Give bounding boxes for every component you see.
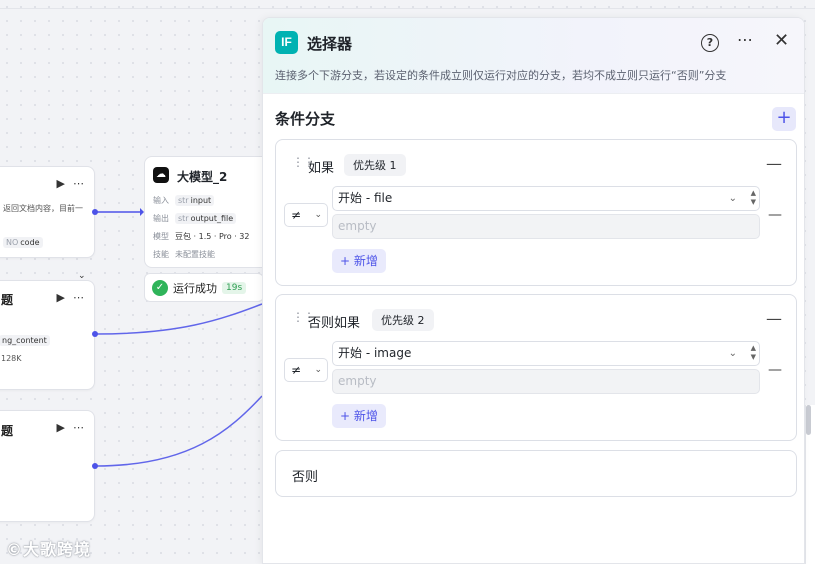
- llm-skill-row: 技能 未配置技能: [153, 250, 215, 259]
- llm-icon: ☁: [153, 167, 169, 183]
- check-icon: ✓: [152, 279, 168, 296]
- llm-input-row: 输入 str input: [153, 195, 215, 206]
- panel-title[interactable]: 选择器: [307, 33, 352, 54]
- remove-branch-button[interactable]: —: [766, 309, 782, 328]
- scrollbar-thumb[interactable]: [806, 405, 811, 435]
- section-title: 条件分支: [275, 110, 336, 128]
- priority-badge: 优先级 2: [372, 309, 434, 331]
- node-title: 题: [1, 293, 14, 307]
- more-icon[interactable]: ⋯: [73, 421, 84, 434]
- chevron-down-icon: ⌄: [728, 348, 737, 359]
- remove-condition-button[interactable]: —: [768, 362, 782, 378]
- priority-badge: 优先级 1: [344, 154, 406, 176]
- if-node-icon: IF: [275, 31, 298, 54]
- edge-bottom: [95, 395, 263, 467]
- run-status-badge[interactable]: ✓ 运行成功 19s: [144, 273, 264, 302]
- panel-header: IF 选择器 ? ⋯ ✕ 连接多个下游分支，若设定的条件成立则仅运行对应的分支，…: [263, 18, 804, 94]
- more-icon[interactable]: ⋯: [737, 30, 754, 49]
- chevron-down-icon: ⌄: [728, 193, 737, 204]
- play-icon[interactable]: ▶: [57, 177, 65, 190]
- operator-select[interactable]: ≠ ⌄: [284, 203, 328, 227]
- edge-mid: [95, 303, 263, 335]
- drag-handle-icon[interactable]: ⋮⋮: [292, 311, 315, 323]
- node-actions: ▶ ⋯: [57, 291, 84, 304]
- workflow-node-mid[interactable]: 题 ▶ ⋯ ng_content 128K: [0, 280, 95, 390]
- node-size: 128K: [1, 354, 22, 363]
- watermark: ©大歌跨境: [6, 540, 92, 559]
- more-icon[interactable]: ⋯: [73, 291, 84, 304]
- llm-model-row: 模型 豆包 · 1.5 · Pro · 32: [153, 232, 250, 241]
- value-input[interactable]: empty: [332, 214, 760, 239]
- chevron-down-icon: ⌄: [314, 210, 322, 220]
- panel-description: 连接多个下游分支，若设定的条件成立则仅运行对应的分支，若均不成立则只运行“否则”…: [275, 69, 727, 82]
- node-title: 题: [1, 424, 14, 438]
- workflow-node-top[interactable]: ▶ ⋯ 返回文档内容，目前一 NO code: [0, 166, 95, 258]
- close-icon[interactable]: ✕: [774, 30, 789, 51]
- add-branch-button[interactable]: +: [772, 107, 796, 131]
- drag-handle-icon[interactable]: ⋮⋮: [292, 156, 315, 168]
- add-condition-button[interactable]: + 新增: [332, 249, 386, 273]
- node-snippet: 返回文档内容，目前一: [3, 204, 83, 213]
- play-icon[interactable]: ▶: [57, 291, 65, 304]
- output-port[interactable]: [92, 209, 98, 215]
- variable-select[interactable]: 开始 - file ⌄ ▲ ▼: [332, 186, 760, 211]
- branch-card-else-if: ⋮⋮ 否则如果 优先级 2 — ≠ ⌄ 开始 - image ⌄ ▲ ▼ empty…: [275, 294, 797, 441]
- branch-card-else: 否则: [275, 450, 797, 497]
- remove-branch-button[interactable]: —: [766, 154, 782, 173]
- output-port[interactable]: [92, 463, 98, 469]
- chevron-down-icon: ⌄: [314, 365, 322, 375]
- node-actions: ▶ ⋯: [57, 421, 84, 434]
- llm-output-row: 输出 str output_file: [153, 213, 237, 224]
- output-port[interactable]: [92, 331, 98, 337]
- branch-label: 如果: [308, 161, 335, 176]
- selector-panel: IF 选择器 ? ⋯ ✕ 连接多个下游分支，若设定的条件成立则仅运行对应的分支，…: [262, 17, 805, 564]
- else-label: 否则: [292, 470, 319, 485]
- operator-select[interactable]: ≠ ⌄: [284, 358, 328, 382]
- skill-value: 未配置技能: [175, 250, 215, 259]
- node-output-tag: NO code: [3, 237, 43, 248]
- llm-node-title: 大模型_2: [177, 170, 228, 184]
- node-actions: ▶ ⋯: [57, 177, 84, 190]
- model-value: 豆包 · 1.5 · Pro · 32: [175, 232, 250, 241]
- play-icon[interactable]: ▶: [57, 421, 65, 434]
- stepper-icon[interactable]: ▲ ▼: [751, 344, 756, 362]
- workflow-node-bottom[interactable]: 题 ▶ ⋯: [0, 410, 95, 522]
- branch-label: 否则如果: [308, 316, 361, 331]
- add-condition-button[interactable]: + 新增: [332, 404, 386, 428]
- remove-condition-button[interactable]: —: [768, 207, 782, 223]
- stepper-icon[interactable]: ▲ ▼: [751, 189, 756, 207]
- more-icon[interactable]: ⋯: [73, 177, 84, 190]
- llm-node[interactable]: ☁ 大模型_2 输入 str input 输出 str output_file 模型…: [144, 156, 274, 268]
- value-input[interactable]: empty: [332, 369, 760, 394]
- run-status-text: 运行成功: [173, 281, 217, 295]
- node-output-tag: ng_content: [0, 335, 50, 346]
- branch-card-if: ⋮⋮ 如果 优先级 1 — ≠ ⌄ 开始 - file ⌄ ▲ ▼ empty — …: [275, 139, 797, 286]
- run-duration: 19s: [222, 281, 247, 294]
- variable-select[interactable]: 开始 - image ⌄ ▲ ▼: [332, 341, 760, 366]
- help-icon[interactable]: ?: [701, 34, 719, 52]
